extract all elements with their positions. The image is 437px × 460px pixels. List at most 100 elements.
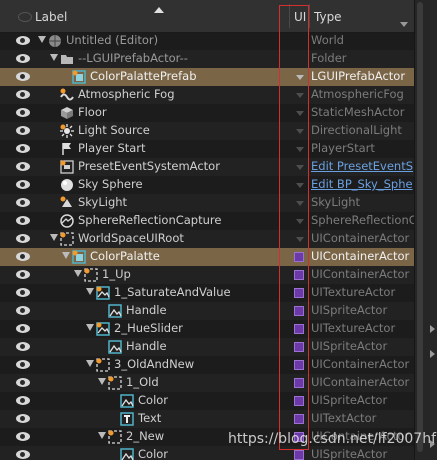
visibility-eye-icon[interactable]: [16, 396, 30, 405]
ui-dropdown-icon[interactable]: [296, 201, 304, 206]
visibility-eye-icon[interactable]: [16, 360, 30, 369]
visibility-eye-icon[interactable]: [16, 198, 30, 207]
visibility-eye-icon[interactable]: [16, 90, 30, 99]
column-options-icon[interactable]: [400, 22, 408, 27]
ui-dropdown-icon[interactable]: [296, 237, 304, 242]
container-icon: [108, 376, 122, 390]
tree-row[interactable]: --LGUIPrefabActor-- Folder: [0, 50, 414, 68]
tree-row[interactable]: SphereReflectionCapture SphereReflectionC…: [0, 212, 414, 230]
visibility-eye-icon[interactable]: [16, 54, 30, 63]
ui-column-header[interactable]: UI: [294, 10, 306, 24]
skylight-icon: [60, 196, 74, 210]
tree-row[interactable]: Light Source DirectionalLight: [0, 122, 414, 140]
ui-dropdown-icon[interactable]: [296, 183, 304, 188]
ui-element-icon[interactable]: [294, 288, 304, 298]
tree-row[interactable]: 3_OldAndNew UIContainerActor: [0, 356, 414, 374]
edit-blueprint-link[interactable]: Edit BP_Sky_Sphe: [311, 177, 414, 191]
scroll-right-icon[interactable]: [430, 350, 435, 358]
tree-row[interactable]: Color UISpriteActor: [0, 392, 414, 410]
tree-row[interactable]: SkyLight SkyLight: [0, 194, 414, 212]
tree-row[interactable]: Color UISpriteActor: [0, 446, 414, 460]
expand-arrow-icon[interactable]: [38, 36, 46, 43]
visibility-eye-icon[interactable]: [16, 450, 30, 459]
column-divider[interactable]: [309, 4, 310, 28]
visibility-eye-icon[interactable]: [16, 378, 30, 387]
ui-element-icon[interactable]: [294, 306, 304, 316]
label-column-header[interactable]: Label: [35, 10, 67, 24]
visibility-eye-icon[interactable]: [16, 126, 30, 135]
visibility-eye-icon[interactable]: [16, 108, 30, 117]
ui-element-icon[interactable]: [294, 414, 304, 424]
tree-row[interactable]: 1_Up UIContainerActor: [0, 266, 414, 284]
ui-dropdown-icon[interactable]: [296, 219, 304, 224]
ui-element-icon[interactable]: [294, 252, 304, 262]
tree-row[interactable]: Atmospheric Fog AtmosphericFog: [0, 86, 414, 104]
ui-element-icon[interactable]: [294, 450, 304, 460]
tree-row[interactable]: Handle UISpriteActor: [0, 338, 414, 356]
expand-arrow-icon[interactable]: [86, 360, 94, 367]
tree-row[interactable]: 2_HueSlider UITextureActor: [0, 320, 414, 338]
ui-element-icon[interactable]: [294, 396, 304, 406]
sprite-icon: [120, 448, 134, 460]
visibility-eye-icon[interactable]: [16, 342, 30, 351]
tree-row[interactable]: Handle UISpriteActor: [0, 302, 414, 320]
ui-dropdown-icon[interactable]: [296, 111, 304, 116]
visibility-eye-icon[interactable]: [16, 162, 30, 171]
visibility-eye-icon[interactable]: [16, 144, 30, 153]
row-type: SphereReflectionCa: [311, 213, 414, 227]
tree-row[interactable]: Player Start PlayerStart: [0, 140, 414, 158]
scrollbar[interactable]: [414, 0, 437, 460]
expand-arrow-icon[interactable]: [50, 234, 58, 241]
tree-row[interactable]: 1_SaturateAndValue UITextureActor: [0, 284, 414, 302]
tree-row[interactable]: ColorPalattePrefab LGUIPrefabActor: [0, 68, 414, 86]
visibility-eye-icon[interactable]: [16, 72, 30, 81]
container-icon: [108, 430, 122, 444]
visibility-eye-icon[interactable]: [16, 414, 30, 423]
scroll-right-icon[interactable]: [430, 325, 435, 333]
visibility-eye-icon[interactable]: [16, 252, 30, 261]
ui-element-icon[interactable]: [294, 270, 304, 280]
visibility-column-icon[interactable]: [18, 12, 32, 22]
visibility-eye-icon[interactable]: [16, 306, 30, 315]
expand-arrow-icon[interactable]: [98, 378, 106, 385]
visibility-eye-icon[interactable]: [16, 180, 30, 189]
tree-row[interactable]: Text UITextActor: [0, 410, 414, 428]
tree-row[interactable]: Sky Sphere Edit BP_Sky_Sphe: [0, 176, 414, 194]
expand-arrow-icon[interactable]: [50, 54, 58, 61]
scrollbar-thumb[interactable]: [417, 2, 423, 452]
fog-icon: [60, 88, 74, 102]
row-type: UIContainerActor: [311, 231, 410, 245]
tree-row[interactable]: Floor StaticMeshActor: [0, 104, 414, 122]
tree-row[interactable]: Untitled (Editor) World: [0, 32, 414, 50]
expand-arrow-icon[interactable]: [74, 270, 82, 277]
column-divider[interactable]: [289, 4, 290, 28]
visibility-eye-icon[interactable]: [16, 234, 30, 243]
ui-dropdown-icon[interactable]: [296, 75, 304, 80]
type-column-header[interactable]: Type: [314, 10, 342, 24]
ui-element-icon[interactable]: [294, 342, 304, 352]
expand-arrow-icon[interactable]: [86, 288, 94, 295]
ui-dropdown-icon[interactable]: [296, 93, 304, 98]
tree-row[interactable]: PresetEventSystemActor Edit PresetEventS: [0, 158, 414, 176]
visibility-eye-icon[interactable]: [16, 324, 30, 333]
ui-dropdown-icon[interactable]: [296, 147, 304, 152]
ui-element-icon[interactable]: [294, 324, 304, 334]
tree-row[interactable]: 1_Old UIContainerActor: [0, 374, 414, 392]
ui-dropdown-icon[interactable]: [296, 165, 304, 170]
visibility-eye-icon[interactable]: [16, 432, 30, 441]
visibility-eye-icon[interactable]: [16, 216, 30, 225]
visibility-eye-icon[interactable]: [16, 288, 30, 297]
edit-blueprint-link[interactable]: Edit PresetEventS: [311, 159, 414, 173]
sort-ascending-icon[interactable]: [154, 7, 164, 13]
ui-dropdown-icon[interactable]: [296, 129, 304, 134]
tree-row[interactable]: WorldSpaceUIRoot UIContainerActor: [0, 230, 414, 248]
ui-element-icon[interactable]: [294, 360, 304, 370]
visibility-eye-icon[interactable]: [16, 270, 30, 279]
visibility-eye-icon[interactable]: [16, 36, 30, 45]
tree-row[interactable]: ColorPalatte UIContainerActor: [0, 248, 414, 266]
expand-arrow-icon[interactable]: [98, 432, 106, 439]
row-label: Player Start: [78, 141, 146, 155]
expand-arrow-icon[interactable]: [62, 252, 70, 259]
ui-element-icon[interactable]: [294, 378, 304, 388]
expand-arrow-icon[interactable]: [86, 324, 94, 331]
